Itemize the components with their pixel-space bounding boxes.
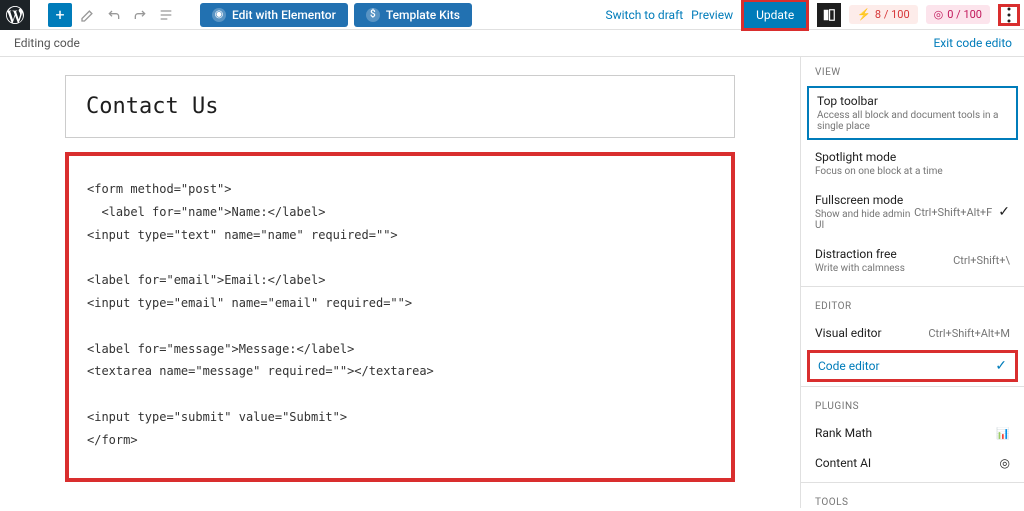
target-icon: ◎ (934, 8, 944, 21)
section-view: VIEW (801, 57, 1024, 84)
edit-elementor-button[interactable]: ◉Edit with Elementor (200, 3, 348, 27)
sub-toolbar: Editing code Exit code edito (0, 30, 1024, 57)
wordpress-logo[interactable] (0, 0, 30, 30)
add-block-button[interactable]: + (48, 3, 72, 27)
exit-code-editor-link[interactable]: Exit code edito (933, 36, 1012, 50)
code-editor-area[interactable]: <form method="post"> <label for="name">N… (65, 152, 735, 482)
section-plugins: PLUGINS (801, 391, 1024, 418)
bolt-icon: ⚡ (857, 8, 871, 21)
options-menu-button[interactable] (998, 4, 1020, 26)
menu-visual-editor[interactable]: Visual editor Ctrl+Shift+Alt+M (801, 318, 1024, 348)
ai-icon: ◎ (1000, 456, 1010, 470)
list-view-icon[interactable] (156, 5, 176, 25)
preview-link[interactable]: Preview (691, 8, 733, 22)
undo-icon[interactable] (104, 5, 124, 25)
seo-score-2[interactable]: ◎0 / 100 (926, 5, 990, 24)
edit-icon[interactable] (78, 5, 98, 25)
menu-spotlight[interactable]: Spotlight modeFocus on one block at a ti… (801, 142, 1024, 185)
top-toolbar: + ◉Edit with Elementor $Template Kits Sw… (0, 0, 1024, 30)
switch-to-draft-link[interactable]: Switch to draft (605, 8, 683, 22)
check-icon: ✓ (998, 204, 1010, 220)
section-tools: TOOLS (801, 487, 1024, 508)
elementor-icon: ◉ (212, 8, 226, 22)
editing-code-label: Editing code (14, 36, 80, 50)
editor-pane: Contact Us <form method="post"> <label f… (0, 57, 800, 508)
update-button[interactable]: Update (741, 0, 809, 31)
rankmath-icon: 📊 (996, 427, 1010, 440)
options-panel: VIEW Top toolbarAccess all block and doc… (800, 57, 1024, 508)
template-kits-button[interactable]: $Template Kits (354, 3, 472, 27)
redo-icon[interactable] (130, 5, 150, 25)
settings-toggle[interactable] (817, 3, 841, 27)
menu-content-ai[interactable]: Content AI ◎ (801, 448, 1024, 478)
menu-fullscreen[interactable]: Fullscreen modeShow and hide admin UI Ct… (801, 185, 1024, 239)
kits-icon: $ (366, 8, 380, 22)
kebab-icon (1007, 7, 1011, 23)
seo-score-1[interactable]: ⚡8 / 100 (849, 5, 917, 24)
menu-distraction-free[interactable]: Distraction freeWrite with calmness Ctrl… (801, 239, 1024, 282)
section-editor: EDITOR (801, 291, 1024, 318)
menu-top-toolbar[interactable]: Top toolbarAccess all block and document… (807, 86, 1018, 140)
menu-rank-math[interactable]: Rank Math 📊 (801, 418, 1024, 448)
post-title-box[interactable]: Contact Us (65, 75, 735, 138)
menu-code-editor[interactable]: Code editor ✓ (807, 350, 1018, 382)
check-icon: ✓ (995, 358, 1007, 374)
